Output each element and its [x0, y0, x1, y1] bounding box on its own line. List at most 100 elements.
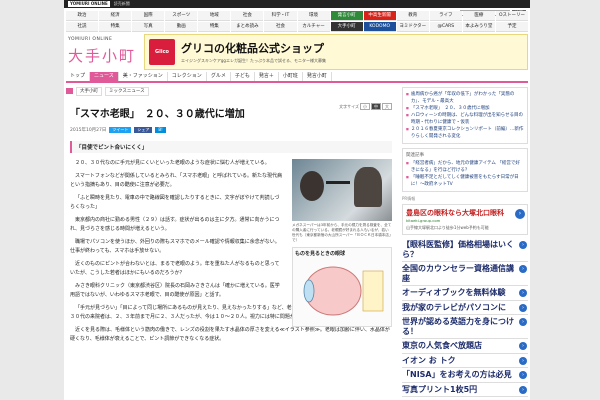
- related-head: 関連記事: [406, 153, 424, 158]
- category-link[interactable]: 教育: [396, 11, 429, 21]
- breadcrumb-item[interactable]: ミックスニュース: [105, 86, 149, 96]
- category-link[interactable]: 予定: [495, 22, 528, 32]
- pr-item[interactable]: 写真プリント1枚5円 ›: [402, 383, 528, 397]
- category-link[interactable]: 環境: [297, 11, 330, 21]
- pr-item[interactable]: 【眼科医監修】価格相場はいくら？ ›: [402, 238, 528, 262]
- site-logo[interactable]: YOMIURI ONLINE: [68, 1, 110, 7]
- pr-ad-url: kitaeki-group.com: [406, 218, 441, 223]
- main-nav-item[interactable]: トップ: [66, 72, 91, 81]
- category-link[interactable]: 医療: [462, 11, 495, 21]
- breadcrumb-item[interactable]: 大手小町: [76, 86, 102, 96]
- category-link[interactable]: 大手小町: [330, 22, 363, 32]
- article-paragraph: 「ふと瞬時を見たり、電車の中で路線図を確認したりするときに、文字がぼやけて判読し…: [70, 195, 280, 210]
- chevron-right-icon: ›: [515, 209, 525, 219]
- pr-ad-title: 豊島区の眼科なら大塚北口眼科: [406, 209, 504, 217]
- pr-item[interactable]: 我が家のテレビがパソコンに ›: [402, 301, 528, 315]
- tweet-button[interactable]: ツイート: [109, 127, 132, 133]
- main-nav-item[interactable]: グルメ: [207, 72, 231, 81]
- category-link[interactable]: カルチャー: [297, 22, 330, 32]
- category-link[interactable]: 社説: [66, 22, 99, 32]
- article-body: メガネスーパーは3年前から、手元の視力を測る検査を、全ての購入者に行っている。老…: [70, 159, 392, 344]
- article-photo[interactable]: [292, 159, 392, 221]
- ad-sub: エイジングスキンケアggエレガ誕生！たっぷり本品で試せる、モニター様大募集: [181, 58, 326, 63]
- brand-name: 大手小町: [68, 47, 137, 65]
- eye-diagram-title: ものを見るときの眼球: [295, 251, 346, 257]
- main-nav-item[interactable]: コレクション: [168, 72, 207, 81]
- font-size-label: 文字サイズ: [339, 103, 359, 109]
- main-nav-item[interactable]: 小町班: [279, 72, 303, 81]
- article: 文字サイズ 小 中 大 「スマホ老眼」 ２０、３０歳代に増加 2015年10月2…: [70, 103, 392, 400]
- pr-item[interactable]: イオン お トク ›: [402, 354, 528, 368]
- category-link[interactable]: 国際: [132, 11, 165, 21]
- category-link[interactable]: 特集: [99, 22, 132, 32]
- category-link[interactable]: 特集: [198, 22, 231, 32]
- article-meta: 2015年10月27日 ツイート シェア B!: [70, 127, 392, 133]
- category-link[interactable]: 動画: [165, 22, 198, 32]
- chevron-right-icon: ›: [519, 289, 527, 297]
- hatena-bookmark-button[interactable]: B!: [155, 127, 166, 133]
- category-link[interactable]: スポーツ: [165, 11, 198, 21]
- news-link[interactable]: ２０１６春夏東京コレクションリポート（前編）…新作りらしく開発される変化: [406, 126, 524, 140]
- top-ad[interactable]: Glico グリコの化粧品公式ショップ エイジングスキンケアggエレガ誕生！たっ…: [144, 34, 528, 70]
- category-link[interactable]: 経済: [99, 11, 132, 21]
- font-size-large-button[interactable]: 大: [382, 103, 392, 110]
- category-link[interactable]: ライフ: [429, 11, 462, 21]
- main-nav-item[interactable]: 発言小町: [303, 72, 332, 81]
- category-link[interactable]: 社会: [264, 22, 297, 32]
- category-link[interactable]: 本よみうり堂: [462, 22, 495, 32]
- eye-diagram: ものを見るときの眼球: [292, 247, 392, 327]
- pr-item-label: 写真プリント1枚5円: [402, 384, 478, 394]
- main-nav-item[interactable]: 美・ファッション: [119, 72, 168, 81]
- article-figure: メガネスーパーは3年前から、手元の視力を測る検査を、全ての購入者に行っている。老…: [292, 159, 392, 327]
- brand[interactable]: YOMIURI ONLINE 大手小町: [66, 34, 144, 70]
- pr-item-label: 世界が認める英語力を身につける！: [402, 317, 514, 336]
- news-link[interactable]: ハロウィーンの時期は、どんな料理が出を知らせる目の時期・代わりに健康で・仮装: [406, 112, 524, 126]
- article-paragraph: 職場でパソコンを使うほか、外回りの際もスマホでのメール確認や情報収集に余念がない…: [70, 239, 280, 254]
- category-link[interactable]: ヨミドクター: [396, 22, 429, 32]
- main-nav-item[interactable]: 発言＋: [255, 72, 279, 81]
- category-nav: 政治 経済 国際 スポーツ 地域 社会 科学・IT 環境 発言小町 中高生新聞 教育 ライフ 医療 Oスト…: [66, 11, 528, 32]
- pr-item[interactable]: オーディオブックを無料体験 ›: [402, 286, 528, 301]
- pr-item-label: 【眼科医監修】価格相場はいくら？: [402, 240, 514, 259]
- category-link[interactable]: 政治: [66, 11, 99, 21]
- ad-title: グリコの化粧品公式ショップ: [181, 42, 324, 55]
- category-link[interactable]: 中高生新聞: [363, 11, 396, 21]
- category-link[interactable]: 写真: [132, 22, 165, 32]
- pr-item-label: 全国のカウンセラー資格通信講座: [402, 264, 514, 283]
- category-link[interactable]: 社会: [231, 11, 264, 21]
- font-size-small-button[interactable]: 小: [360, 103, 370, 110]
- category-link[interactable]: Oストーリー: [495, 11, 528, 21]
- pr-item[interactable]: 東京の人気食べ放題店 ›: [402, 339, 528, 354]
- main-nav-item[interactable]: 子ども: [231, 72, 255, 81]
- category-link[interactable]: まとめ読み: [231, 22, 264, 32]
- facebook-share-button[interactable]: シェア: [134, 127, 153, 133]
- news-link[interactable]: 「スマホ老眼」 ２０、３０歳代に増加: [406, 105, 524, 112]
- right-column: 歯周病から癌が「年収の低下」がわかった「実態のカ」、モデル・最高大「スマホ老眼」…: [402, 87, 528, 400]
- article-subheading: 「目使でピント合いにくく」: [70, 141, 392, 153]
- pr-item[interactable]: 世界が認める英語力を身につける！ ›: [402, 315, 528, 339]
- top-bar: YOMIURI ONLINE 読売新聞: [64, 0, 530, 8]
- chevron-right-icon: ›: [519, 318, 527, 326]
- home-icon[interactable]: [66, 88, 73, 94]
- chevron-right-icon: ›: [519, 303, 527, 312]
- pr-list: 【眼科医監修】価格相場はいくら？ › 全国のカウンセラー資格通信講座 › オーディオブッ…: [402, 238, 528, 397]
- pr-item[interactable]: 全国のカウンセラー資格通信講座 ›: [402, 262, 528, 286]
- article-paragraph: ２０、３０代なのに手元が見にくいといった老眼のような症状に悩む人が増えている。: [75, 160, 270, 166]
- category-link[interactable]: KODOMO: [363, 22, 396, 32]
- article-paragraph: 近くを見る際は、毛様体という筋肉の働きで、レンズの役割を果たす水晶体の厚さを変え…: [70, 327, 390, 342]
- related-link[interactable]: 「経営者病」だから、地元の健康アイテム 「経営で好きになる」を行ほど行ける？: [406, 160, 524, 174]
- pr-item-label: 「NISA」をお考えの方は必見: [402, 370, 512, 379]
- article-paragraph: 近くのものにピントが合わないとは、まるで老眼のよう。年を重ねた人がなるものと思っ…: [70, 261, 280, 276]
- category-link[interactable]: 地域: [198, 11, 231, 21]
- chevron-right-icon: ›: [519, 371, 527, 379]
- main-nav-item[interactable]: ニュース: [90, 72, 119, 81]
- pr-item[interactable]: 「NISA」をお考えの方は必見 ›: [402, 368, 528, 383]
- article-date: 2015年10月27日: [70, 128, 107, 133]
- news-link[interactable]: 歯周病から癌が「年収の低下」がわかった「実態のカ」、モデル・最高大: [406, 91, 524, 105]
- category-link[interactable]: 科学・IT: [264, 11, 297, 21]
- font-size-medium-button[interactable]: 中: [371, 103, 381, 110]
- category-link[interactable]: 発言小町: [330, 11, 363, 21]
- pr-ad[interactable]: 豊島区の眼科なら大塚北口眼科 kitaeki-group.com 山手線大塚駅北…: [402, 204, 528, 235]
- related-link[interactable]: 「睡眠不足とだしてしく健康被害をもたらす日常が日に！～政府ネットTV: [406, 174, 524, 188]
- category-link[interactable]: @CARS: [429, 22, 462, 32]
